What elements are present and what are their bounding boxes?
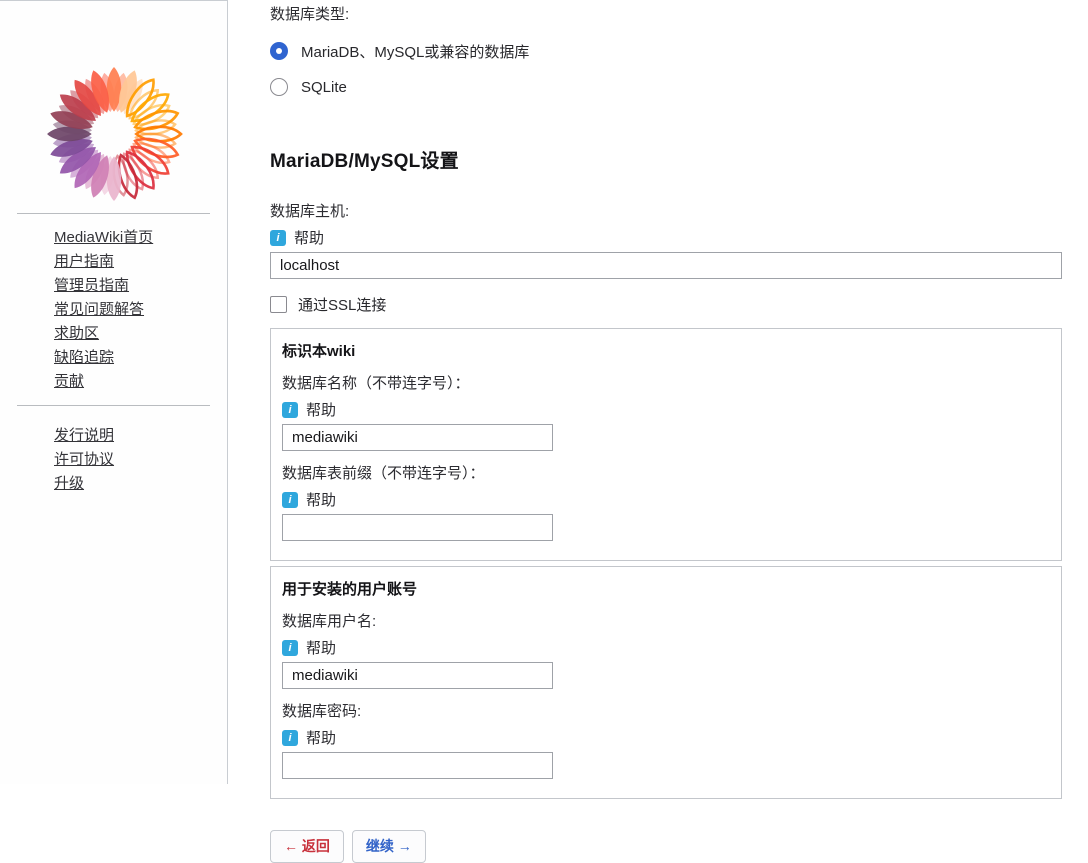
db-host-input[interactable]	[270, 252, 1062, 279]
identify-wiki-legend: 标识本wiki	[282, 340, 1049, 361]
sidebar-item: 许可协议	[54, 452, 227, 468]
radio-mariadb-mysql[interactable]	[270, 42, 288, 60]
db-host-label: 数据库主机:	[270, 202, 1062, 222]
db-password-help[interactable]: 帮助	[282, 729, 1049, 746]
db-username-label: 数据库用户名:	[282, 612, 1049, 632]
sidebar-item: 常见问题解答	[54, 302, 227, 318]
back-button[interactable]: ← 返回	[270, 830, 344, 863]
db-username-input[interactable]	[282, 662, 553, 689]
sidebar-item: 用户指南	[54, 254, 227, 270]
install-account-legend: 用于安装的用户账号	[282, 578, 1049, 599]
continue-button[interactable]: 继续 →	[352, 830, 426, 863]
sidebar-divider-top	[17, 213, 210, 214]
db-prefix-input[interactable]	[282, 514, 553, 541]
help-link[interactable]: 帮助	[294, 227, 324, 248]
db-prefix-label: 数据库表前缀（不带连字号）：	[282, 464, 1049, 484]
sidebar-link-contribute[interactable]: 贡献	[54, 373, 84, 390]
db-password-input[interactable]	[282, 752, 553, 779]
db-prefix-help[interactable]: 帮助	[282, 491, 1049, 508]
section-heading: MariaDB/MySQL设置	[270, 146, 1062, 173]
mediawiki-logo	[43, 63, 185, 205]
main-content: 数据库类型: MariaDB、MySQL或兼容的数据库 SQLite Maria…	[228, 0, 1088, 784]
ssl-checkbox-label[interactable]: 通过SSL连接	[298, 294, 386, 315]
db-type-label: 数据库类型:	[270, 5, 1062, 25]
sunflower-logo-icon	[43, 63, 185, 205]
sidebar-item: 升级	[54, 476, 227, 492]
db-password-label: 数据库密码:	[282, 702, 1049, 722]
identify-wiki-fieldset: 标识本wiki 数据库名称（不带连字号）： 帮助 数据库表前缀（不带连字号）： …	[270, 328, 1062, 561]
ssl-option[interactable]: 通过SSL连接	[270, 294, 1062, 314]
sidebar-link-license[interactable]: 许可协议	[54, 451, 114, 468]
sidebar-primary-links: MediaWiki首页 用户指南 管理员指南 常见问题解答 求助区 缺陷追踪 贡…	[54, 230, 227, 390]
sidebar-secondary-links: 发行说明 许可协议 升级	[54, 428, 227, 492]
db-type-option-mysql[interactable]: MariaDB、MySQL或兼容的数据库	[270, 41, 1062, 61]
help-link[interactable]: 帮助	[306, 727, 336, 748]
ssl-checkbox[interactable]	[270, 296, 287, 313]
info-icon[interactable]	[282, 640, 298, 656]
db-username-help[interactable]: 帮助	[282, 639, 1049, 656]
sidebar-link-mediawiki-home[interactable]: MediaWiki首页	[54, 229, 153, 246]
sidebar-item: 缺陷追踪	[54, 350, 227, 366]
db-name-label: 数据库名称（不带连字号）：	[282, 374, 1049, 394]
sidebar-link-admin-guide[interactable]: 管理员指南	[54, 277, 129, 294]
sidebar-item: 发行说明	[54, 428, 227, 444]
sidebar-item: 管理员指南	[54, 278, 227, 294]
info-icon[interactable]	[270, 230, 286, 246]
wizard-buttons: ← 返回 继续 →	[270, 830, 1062, 863]
radio-sqlite[interactable]	[270, 78, 288, 96]
sidebar-link-faq[interactable]: 常见问题解答	[54, 301, 144, 318]
sidebar-link-user-guide[interactable]: 用户指南	[54, 253, 114, 270]
info-icon[interactable]	[282, 492, 298, 508]
install-account-fieldset: 用于安装的用户账号 数据库用户名: 帮助 数据库密码: 帮助	[270, 566, 1062, 799]
db-name-input[interactable]	[282, 424, 553, 451]
sidebar-item: 贡献	[54, 374, 227, 390]
sidebar-link-upgrade[interactable]: 升级	[54, 475, 84, 492]
db-name-help[interactable]: 帮助	[282, 401, 1049, 418]
sidebar-link-bug-tracker[interactable]: 缺陷追踪	[54, 349, 114, 366]
sidebar-item: 求助区	[54, 326, 227, 342]
db-type-option-sqlite[interactable]: SQLite	[270, 77, 1062, 97]
radio-mariadb-mysql-label[interactable]: MariaDB、MySQL或兼容的数据库	[301, 41, 529, 62]
sidebar-divider-bottom	[17, 405, 210, 406]
help-link[interactable]: 帮助	[306, 637, 336, 658]
info-icon[interactable]	[282, 730, 298, 746]
sidebar-link-help-desk[interactable]: 求助区	[54, 325, 99, 342]
info-icon[interactable]	[282, 402, 298, 418]
db-host-help[interactable]: 帮助	[270, 229, 1062, 246]
sidebar: MediaWiki首页 用户指南 管理员指南 常见问题解答 求助区 缺陷追踪 贡…	[0, 0, 228, 784]
help-link[interactable]: 帮助	[306, 399, 336, 420]
help-link[interactable]: 帮助	[306, 489, 336, 510]
sidebar-item: MediaWiki首页	[54, 230, 227, 246]
sidebar-link-release-notes[interactable]: 发行说明	[54, 427, 114, 444]
radio-sqlite-label[interactable]: SQLite	[301, 79, 347, 96]
